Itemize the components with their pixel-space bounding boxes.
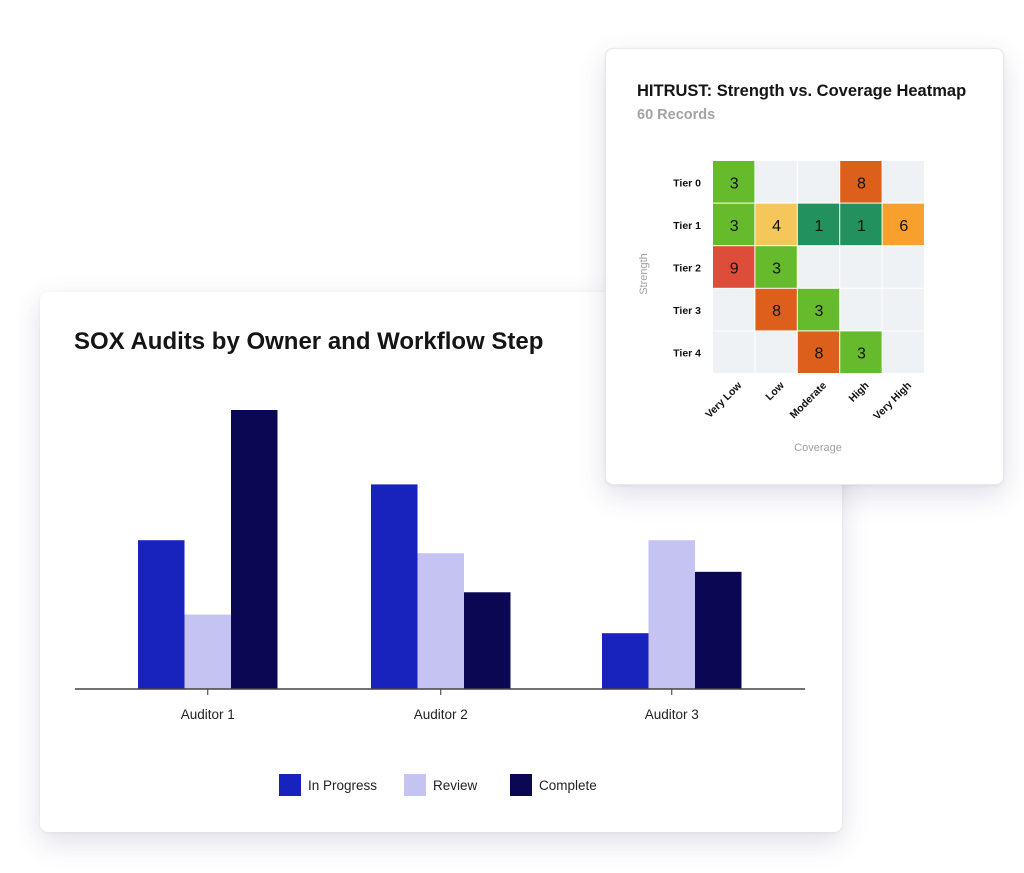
x-tick-label: Auditor 3 (645, 707, 699, 722)
heatmap-cell (882, 246, 924, 288)
heatmap-cell-value: 3 (772, 261, 781, 278)
heatmap-cell-value: 3 (730, 175, 739, 192)
heatmap-cell-value: 8 (857, 175, 866, 192)
heatmap-cell-value: 8 (815, 346, 824, 363)
bar-review-1 (184, 614, 231, 689)
x-axis-label: Coverage (794, 442, 842, 454)
bar-review-2 (417, 553, 464, 689)
heatmap-cell (755, 161, 797, 203)
y-tick-label: Tier 2 (673, 263, 701, 275)
heatmap-cell-value: 4 (772, 218, 781, 235)
heatmap-cell-value: 6 (899, 218, 908, 235)
heatmap-cell (797, 246, 840, 288)
y-tick-label: Tier 0 (673, 177, 701, 189)
y-tick-label: Tier 3 (673, 305, 701, 317)
heatmap-cell-value: 1 (815, 218, 824, 235)
heatmap-cell (840, 246, 882, 288)
bar-review-3 (648, 540, 695, 689)
heatmap-cell-value: 3 (815, 303, 824, 320)
heatmap-cell (882, 161, 924, 203)
legend-swatch (279, 774, 301, 796)
heatmap-cell (713, 288, 755, 331)
y-tick-label: Tier 1 (673, 220, 701, 232)
bar-in-progress-1 (138, 540, 185, 689)
heatmap-chart: 3 8 Tier 0 3 4 1 1 6 Tier 1 9 3 Tier 2 8 3 Tier 3 8 3 Tie… (638, 161, 924, 454)
bar-in-progress-2 (371, 484, 418, 689)
x-tick-label: Moderate (788, 380, 830, 422)
heatmap-cell-value: 3 (730, 218, 739, 235)
heatmap-cell (797, 161, 840, 203)
legend-swatch (404, 774, 426, 796)
heatmap-cell (882, 331, 924, 373)
heatmap-cell (755, 331, 797, 373)
x-tick-label: Very Low (703, 379, 745, 421)
heatmap-cell-value: 9 (730, 261, 739, 278)
x-tick-label: Auditor 2 (414, 707, 468, 722)
x-tick-label: Auditor 1 (181, 707, 235, 722)
bar-complete-3 (695, 571, 742, 689)
x-tick-label: Very High (871, 380, 914, 423)
heatmap-cell (713, 331, 755, 373)
x-tick-label: High (847, 380, 872, 405)
heatmap-cell-value: 8 (772, 303, 781, 320)
bar-in-progress-3 (602, 633, 649, 689)
x-tick-label: Low (763, 379, 787, 403)
bar-complete-2 (464, 592, 511, 689)
hitrust-heatmap-card: HITRUST: Strength vs. Coverage Heatmap 6… (605, 48, 1004, 485)
heatmap-cell-value: 1 (857, 218, 866, 235)
heatmap-cell-value: 3 (857, 346, 866, 363)
legend-label: Complete (539, 778, 597, 793)
y-tick-label: Tier 4 (673, 348, 701, 360)
heatmap-cell (840, 288, 882, 331)
heatmap-cell (882, 288, 924, 331)
y-axis-label: Strength (638, 253, 650, 295)
bar-complete-1 (231, 410, 278, 689)
legend-swatch (510, 774, 532, 796)
legend-label: Review (433, 778, 478, 793)
legend-label: In Progress (308, 778, 377, 793)
